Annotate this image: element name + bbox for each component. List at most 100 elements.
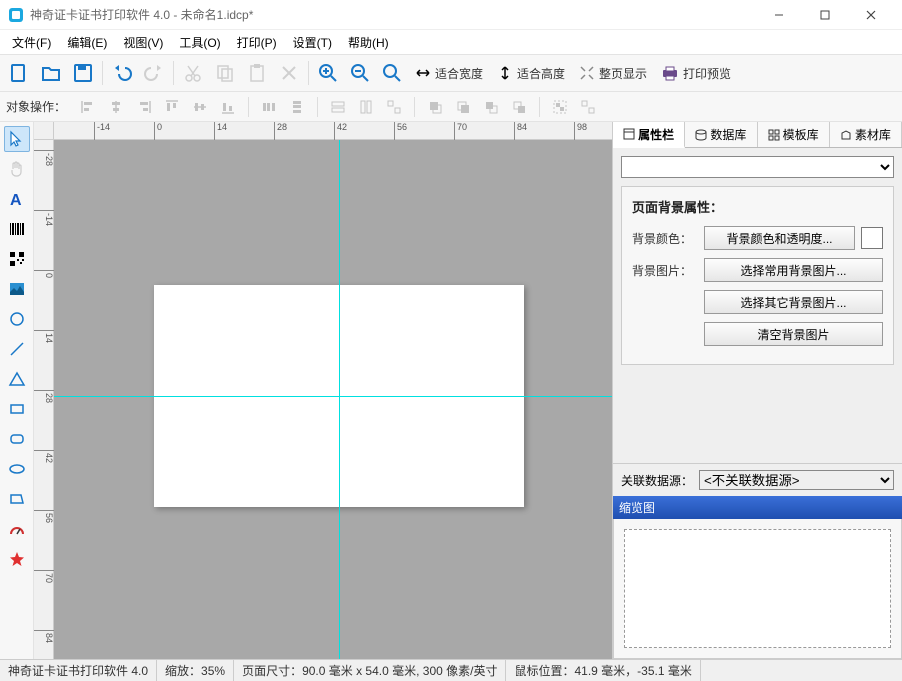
send-backward-icon[interactable]: [507, 95, 531, 119]
guide-horizontal[interactable]: [54, 396, 612, 397]
guide-vertical[interactable]: [339, 140, 340, 659]
ops-sep: [248, 97, 249, 117]
zoom-actual-button[interactable]: [377, 58, 407, 88]
new-button[interactable]: [4, 58, 34, 88]
delete-button[interactable]: [274, 58, 304, 88]
send-back-icon[interactable]: [451, 95, 475, 119]
bg-image-label: 背景图片：: [632, 262, 698, 279]
line-tool[interactable]: [4, 336, 30, 362]
ruler-tick: 70: [454, 122, 467, 140]
clear-bg-button[interactable]: 清空背景图片: [704, 322, 883, 346]
ruler-tick: 56: [394, 122, 407, 140]
menu-view[interactable]: 视图(V): [115, 32, 171, 53]
ops-sep: [539, 97, 540, 117]
triangle-tool[interactable]: [4, 366, 30, 392]
text-tool[interactable]: A: [4, 186, 30, 212]
ruler-tick: 0: [34, 270, 54, 278]
maximize-button[interactable]: [802, 0, 848, 30]
align-center-h-icon[interactable]: [104, 95, 128, 119]
hand-tool[interactable]: [4, 156, 30, 182]
ellipse-tool[interactable]: [4, 456, 30, 482]
right-panel-tabs: 属性栏 数据库 模板库 素材库: [613, 122, 902, 148]
zoom-out-button[interactable]: [345, 58, 375, 88]
tool-palette: A: [0, 122, 34, 659]
align-right-icon[interactable]: [132, 95, 156, 119]
horizontal-ruler[interactable]: -14 0 14 28 42 56 70 84 98: [54, 122, 612, 140]
redo-button[interactable]: [139, 58, 169, 88]
minimize-button[interactable]: [756, 0, 802, 30]
full-page-button[interactable]: 整页显示: [573, 65, 653, 82]
fit-width-button[interactable]: 适合宽度: [409, 65, 489, 82]
choose-common-bg-button[interactable]: 选择常用背景图片...: [704, 258, 883, 282]
polygon-tool[interactable]: [4, 486, 30, 512]
barcode-tool[interactable]: [4, 216, 30, 242]
object-selector[interactable]: [621, 156, 894, 178]
svg-text:A: A: [10, 192, 22, 208]
tab-materials[interactable]: 素材库: [830, 122, 902, 147]
save-button[interactable]: [68, 58, 98, 88]
ruler-tick: 98: [574, 122, 587, 140]
ruler-tick: -14: [94, 122, 110, 140]
ungroup-icon[interactable]: [576, 95, 600, 119]
ops-sep: [317, 97, 318, 117]
tab-database[interactable]: 数据库: [685, 122, 757, 147]
group-title: 页面背景属性：: [632, 197, 883, 216]
toolbar-sep: [173, 61, 174, 85]
align-middle-icon[interactable]: [188, 95, 212, 119]
ruler-tick: -14: [34, 210, 54, 226]
fit-height-button[interactable]: 适合高度: [491, 65, 571, 82]
menu-setting[interactable]: 设置(T): [285, 32, 340, 53]
undo-button[interactable]: [107, 58, 137, 88]
tab-templates[interactable]: 模板库: [758, 122, 830, 147]
group-icon[interactable]: [548, 95, 572, 119]
distribute-h-icon[interactable]: [257, 95, 281, 119]
thumbnail-box: [624, 529, 891, 648]
zoom-in-button[interactable]: [313, 58, 343, 88]
copy-button[interactable]: [210, 58, 240, 88]
image-tool[interactable]: [4, 276, 30, 302]
datasource-select[interactable]: <不关联数据源>: [699, 470, 894, 490]
menu-file[interactable]: 文件(F): [4, 32, 59, 53]
titlebar: 神奇证卡证书打印软件 4.0 - 未命名1.idcp*: [0, 0, 902, 30]
star-tool[interactable]: [4, 546, 30, 572]
align-bottom-icon[interactable]: [216, 95, 240, 119]
close-button[interactable]: [848, 0, 894, 30]
thumbnail-panel: 缩览图: [613, 496, 902, 659]
qrcode-tool[interactable]: [4, 246, 30, 272]
rect-tool[interactable]: [4, 396, 30, 422]
thumbnail-body: [613, 519, 902, 659]
tab-properties[interactable]: 属性栏: [613, 122, 685, 148]
bring-forward-icon[interactable]: [479, 95, 503, 119]
same-height-icon[interactable]: [354, 95, 378, 119]
gauge-tool[interactable]: [4, 516, 30, 542]
canvas-viewport[interactable]: [54, 140, 612, 659]
ruler-corner: [34, 122, 54, 140]
app-icon: [8, 7, 24, 23]
toolbar-sep: [308, 61, 309, 85]
vertical-ruler[interactable]: -28 -14 0 14 28 42 56 70 84: [34, 140, 54, 659]
roundrect-tool[interactable]: [4, 426, 30, 452]
menu-help[interactable]: 帮助(H): [340, 32, 397, 53]
ruler-tick: -28: [34, 150, 54, 166]
ruler-tick: 42: [334, 122, 347, 140]
same-size-icon[interactable]: [382, 95, 406, 119]
paste-button[interactable]: [242, 58, 272, 88]
menu-print[interactable]: 打印(P): [229, 32, 285, 53]
select-tool[interactable]: [4, 126, 30, 152]
bg-color-button[interactable]: 背景颜色和透明度...: [704, 226, 855, 250]
menu-tool[interactable]: 工具(O): [171, 32, 228, 53]
bg-color-swatch[interactable]: [861, 227, 883, 249]
cut-button[interactable]: [178, 58, 208, 88]
distribute-v-icon[interactable]: [285, 95, 309, 119]
same-width-icon[interactable]: [326, 95, 350, 119]
align-top-icon[interactable]: [160, 95, 184, 119]
bring-front-icon[interactable]: [423, 95, 447, 119]
circle-tool[interactable]: [4, 306, 30, 332]
menu-edit[interactable]: 编辑(E): [59, 32, 115, 53]
object-ops-bar: 对象操作：: [0, 92, 902, 122]
align-left-icon[interactable]: [76, 95, 100, 119]
main-area: A -14 0 14 28 42 56 70 84 98 -28 -14 0: [0, 122, 902, 659]
print-preview-button[interactable]: 打印预览: [655, 65, 737, 82]
open-button[interactable]: [36, 58, 66, 88]
choose-other-bg-button[interactable]: 选择其它背景图片...: [704, 290, 883, 314]
